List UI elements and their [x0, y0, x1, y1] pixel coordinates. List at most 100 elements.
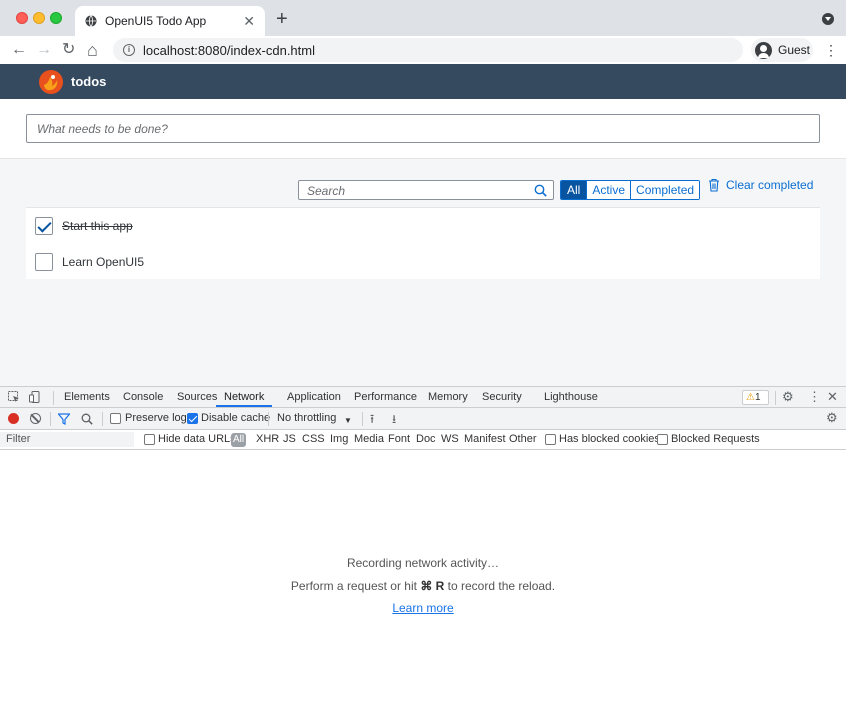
new-tab-button[interactable]: +: [276, 8, 288, 30]
openui5-logo-icon: [39, 69, 63, 94]
network-empty-state: Recording network activity… Perform a re…: [0, 451, 846, 720]
filter-type-css[interactable]: CSS: [302, 433, 325, 446]
maximize-window-button[interactable]: [50, 12, 62, 24]
separator: [268, 412, 269, 426]
clear-completed-button[interactable]: Clear completed: [708, 178, 813, 192]
devtools-panel: Elements Console Sources Network Applica…: [0, 386, 846, 720]
todo-title: Learn OpenUI5: [62, 255, 145, 269]
record-icon[interactable]: [8, 413, 19, 424]
filter-type-js[interactable]: JS: [283, 433, 296, 446]
filter-type-all[interactable]: All: [231, 433, 246, 447]
tab-sources[interactable]: Sources: [177, 387, 217, 407]
browser-tab[interactable]: OpenUI5 Todo App ✕: [75, 6, 265, 36]
hide-data-urls-checkbox[interactable]: [144, 434, 155, 445]
search-icon[interactable]: [534, 184, 547, 197]
home-button[interactable]: ⌂: [87, 40, 98, 60]
search-icon[interactable]: [81, 413, 93, 425]
browser-menu-button[interactable]: ⋮: [824, 42, 838, 58]
chevron-down-icon[interactable]: ▼: [344, 414, 352, 427]
close-window-button[interactable]: [16, 12, 28, 24]
reload-hint: Perform a request or hit ⌘ R to record t…: [0, 579, 846, 593]
separator: [53, 391, 54, 405]
inspect-element-icon[interactable]: [8, 391, 20, 403]
disable-cache-label: Disable cache: [201, 412, 271, 424]
devtools-menu-icon[interactable]: ⋮: [808, 389, 821, 405]
back-button[interactable]: ←: [11, 40, 27, 60]
devtools-close-icon[interactable]: ✕: [827, 389, 838, 405]
disable-cache-checkbox[interactable]: [187, 413, 198, 424]
search-input[interactable]: Search: [298, 180, 554, 200]
app-title: todos: [71, 74, 107, 89]
separator: [362, 412, 363, 426]
forward-button[interactable]: →: [36, 40, 52, 60]
tab-console[interactable]: Console: [123, 387, 163, 407]
separator: [102, 412, 103, 426]
warnings-count: 1: [754, 392, 761, 403]
todo-item: Start this app: [26, 208, 820, 244]
filter-input[interactable]: Filter: [0, 432, 134, 447]
tab-memory[interactable]: Memory: [428, 387, 468, 407]
reload-hint-post: to record the reload.: [447, 579, 556, 593]
tab-elements[interactable]: Elements: [64, 387, 110, 407]
todo-checkbox[interactable]: [35, 217, 53, 235]
todo-item: Learn OpenUI5: [26, 244, 820, 280]
filter-type-doc[interactable]: Doc: [416, 433, 436, 446]
tab-performance[interactable]: Performance: [354, 387, 417, 407]
tab-search-button[interactable]: [822, 13, 834, 25]
filter-type-font[interactable]: Font: [388, 433, 410, 446]
export-har-icon[interactable]: ⭳: [392, 412, 396, 426]
tab-lighthouse[interactable]: Lighthouse: [544, 387, 598, 407]
filter-type-media[interactable]: Media: [354, 433, 384, 446]
filter-icon[interactable]: [58, 413, 70, 425]
filter-type-img[interactable]: Img: [330, 433, 348, 446]
devtools-settings-icon[interactable]: ⚙: [782, 389, 794, 405]
profile-label: Guest: [778, 43, 811, 57]
minimize-window-button[interactable]: [33, 12, 45, 24]
separator: [775, 391, 776, 405]
address-bar[interactable]: i localhost:8080/index-cdn.html: [113, 38, 743, 62]
todo-title: Start this app: [62, 219, 133, 233]
warnings-badge[interactable]: ⚠1: [742, 390, 769, 405]
shell-bar: todos: [0, 64, 846, 99]
url-text: localhost:8080/index-cdn.html: [143, 42, 315, 58]
clear-icon[interactable]: [30, 413, 41, 424]
todo-list: Start this app Learn OpenUI5: [26, 207, 820, 279]
warning-icon: ⚠: [746, 392, 755, 403]
device-toolbar-icon[interactable]: [29, 391, 41, 403]
filter-all-button[interactable]: All: [561, 181, 587, 199]
separator: [50, 412, 51, 426]
blocked-requests-label: Blocked Requests: [671, 433, 760, 445]
filter-active-button[interactable]: Active: [586, 181, 631, 199]
filter-completed-button[interactable]: Completed: [630, 181, 700, 199]
has-blocked-cookies-checkbox[interactable]: [545, 434, 556, 445]
learn-more-link[interactable]: Learn more: [392, 601, 453, 615]
tab-network[interactable]: Network: [216, 387, 273, 407]
preserve-log-label: Preserve log: [125, 412, 187, 424]
globe-icon: [85, 15, 97, 27]
reload-button[interactable]: ↻: [62, 40, 75, 60]
filter-type-other[interactable]: Other: [509, 433, 537, 446]
reload-hint-pre: Perform a request or hit: [290, 579, 417, 593]
trash-icon: [709, 178, 719, 192]
filter-type-xhr[interactable]: XHR: [256, 433, 279, 446]
network-settings-icon[interactable]: ⚙: [826, 411, 838, 424]
filter-type-manifest[interactable]: Manifest: [464, 433, 506, 446]
throttling-select[interactable]: No throttling: [277, 412, 336, 425]
filter-type-ws[interactable]: WS: [441, 433, 459, 446]
network-toolbar: Preserve log Disable cache No throttling…: [0, 408, 846, 430]
network-filter-row: Filter Hide data URLs All XHR JS CSS Img…: [0, 430, 846, 450]
avatar-icon: [755, 41, 772, 59]
tab-security[interactable]: Security: [482, 387, 522, 407]
profile-button[interactable]: Guest: [751, 38, 813, 62]
tab-close-icon[interactable]: ✕: [243, 13, 255, 30]
todo-app: todos What needs to be done? Search All …: [0, 64, 846, 386]
preserve-log-checkbox[interactable]: [110, 413, 121, 424]
hide-data-urls-label: Hide data URLs: [158, 433, 236, 445]
todo-checkbox[interactable]: [35, 253, 53, 271]
import-har-icon[interactable]: ⭱: [370, 412, 374, 426]
filter-bar: Search All Active Completed Clear comple…: [0, 159, 846, 207]
tab-application[interactable]: Application: [287, 387, 341, 407]
new-todo-input[interactable]: What needs to be done?: [26, 114, 820, 143]
blocked-requests-checkbox[interactable]: [657, 434, 668, 445]
site-info-icon[interactable]: i: [123, 44, 135, 56]
